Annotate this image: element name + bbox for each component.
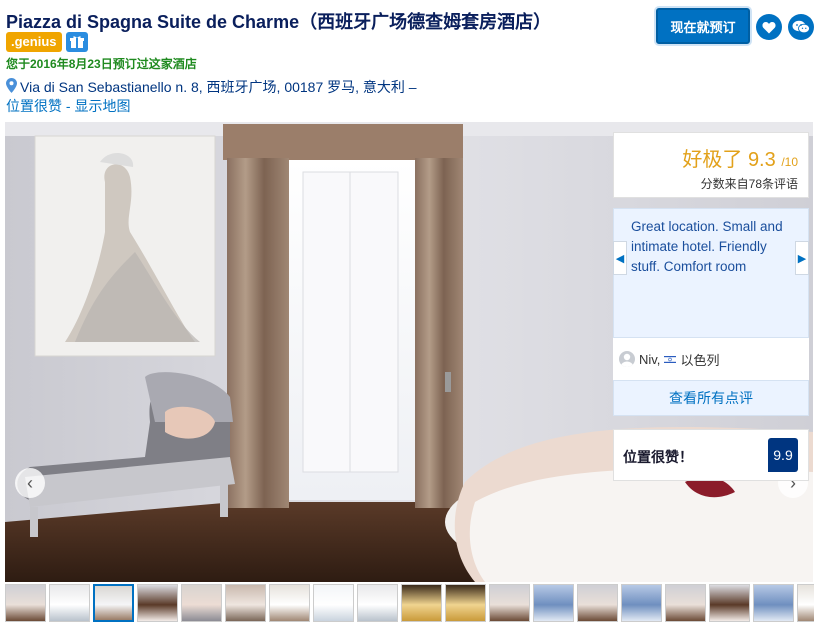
photo-thumbnail[interactable] (797, 584, 814, 622)
photo-thumbnail[interactable] (181, 584, 222, 622)
photo-thumbnail[interactable] (709, 584, 750, 622)
address-line: Via di San Sebastianello n. 8, 西班牙广场, 00… (6, 77, 417, 97)
review-snippet-panel: ◀ Great location. Small and intimate hot… (613, 208, 809, 338)
reviewer-country: 以色列 (680, 352, 720, 368)
photo-thumbnail[interactable] (357, 584, 398, 622)
location-score-badge: 9.9 (768, 438, 798, 472)
review-text: Great location. Small and intimate hotel… (631, 219, 783, 274)
photo-thumbnail[interactable] (93, 584, 134, 622)
review-next-arrow[interactable]: ▶ (795, 241, 809, 275)
photo-thumbnail[interactable] (621, 584, 662, 622)
photo-thumbnail[interactable] (49, 584, 90, 622)
photo-thumbnail[interactable] (665, 584, 706, 622)
photo-thumbnail[interactable] (5, 584, 46, 622)
book-now-button[interactable]: 现在就预订 (656, 8, 750, 44)
show-map-link[interactable]: 显示地图 (74, 98, 130, 114)
reviewer-name: Niv, (639, 351, 661, 367)
photo-thumbnail[interactable] (401, 584, 442, 622)
photo-thumbnail[interactable] (137, 584, 178, 622)
photo-thumbnail[interactable] (489, 584, 530, 622)
israel-flag-icon (664, 354, 677, 364)
previous-booking-note: 您于2016年8月23日预订过这家酒店 (6, 57, 197, 71)
score-label: 好极了 (682, 149, 743, 171)
genius-badge[interactable]: .genius (6, 32, 62, 52)
reviewer-info: Niv, 以色列 (613, 338, 809, 380)
thumbnail-strip (5, 584, 814, 622)
location-links: 位置很赞 - 显示地图 (6, 96, 130, 116)
score-value: 9.3 (747, 149, 776, 171)
hotel-address: Via di San Sebastianello n. 8, 西班牙广场, 00… (20, 79, 417, 95)
photo-thumbnail[interactable] (445, 584, 486, 622)
avatar-icon (619, 351, 635, 367)
gift-icon[interactable] (65, 32, 88, 52)
photo-thumbnail[interactable] (753, 584, 794, 622)
review-score: 好极了 9.3 /10 (682, 143, 798, 172)
see-all-reviews-link[interactable]: 查看所有点评 (613, 380, 809, 416)
hotel-title: Piazza di Spagna Suite de Charme（西班牙广场德查… (6, 12, 552, 32)
location-score-label: 位置很赞！ (623, 449, 693, 465)
review-score-panel[interactable]: 好极了 9.3 /10 分数来自78条评语 (613, 132, 809, 198)
photo-prev-arrow[interactable]: ‹ (15, 468, 45, 498)
photo-thumbnail[interactable] (313, 584, 354, 622)
location-good-link[interactable]: 位置很赞 (6, 98, 62, 114)
review-prev-arrow[interactable]: ◀ (613, 241, 627, 275)
wechat-icon[interactable] (788, 14, 814, 40)
badges: .genius (6, 32, 88, 52)
photo-thumbnail[interactable] (269, 584, 310, 622)
photo-thumbnail[interactable] (225, 584, 266, 622)
map-pin-icon (6, 78, 17, 96)
heart-icon[interactable] (756, 14, 782, 40)
photo-thumbnail[interactable] (533, 584, 574, 622)
photo-thumbnail[interactable] (577, 584, 618, 622)
link-separator: - (62, 98, 75, 114)
review-count: 分数来自78条评语 (700, 177, 798, 191)
score-out-of: /10 (781, 155, 798, 169)
location-score-panel[interactable]: 位置很赞！ 9.9 (613, 429, 809, 481)
